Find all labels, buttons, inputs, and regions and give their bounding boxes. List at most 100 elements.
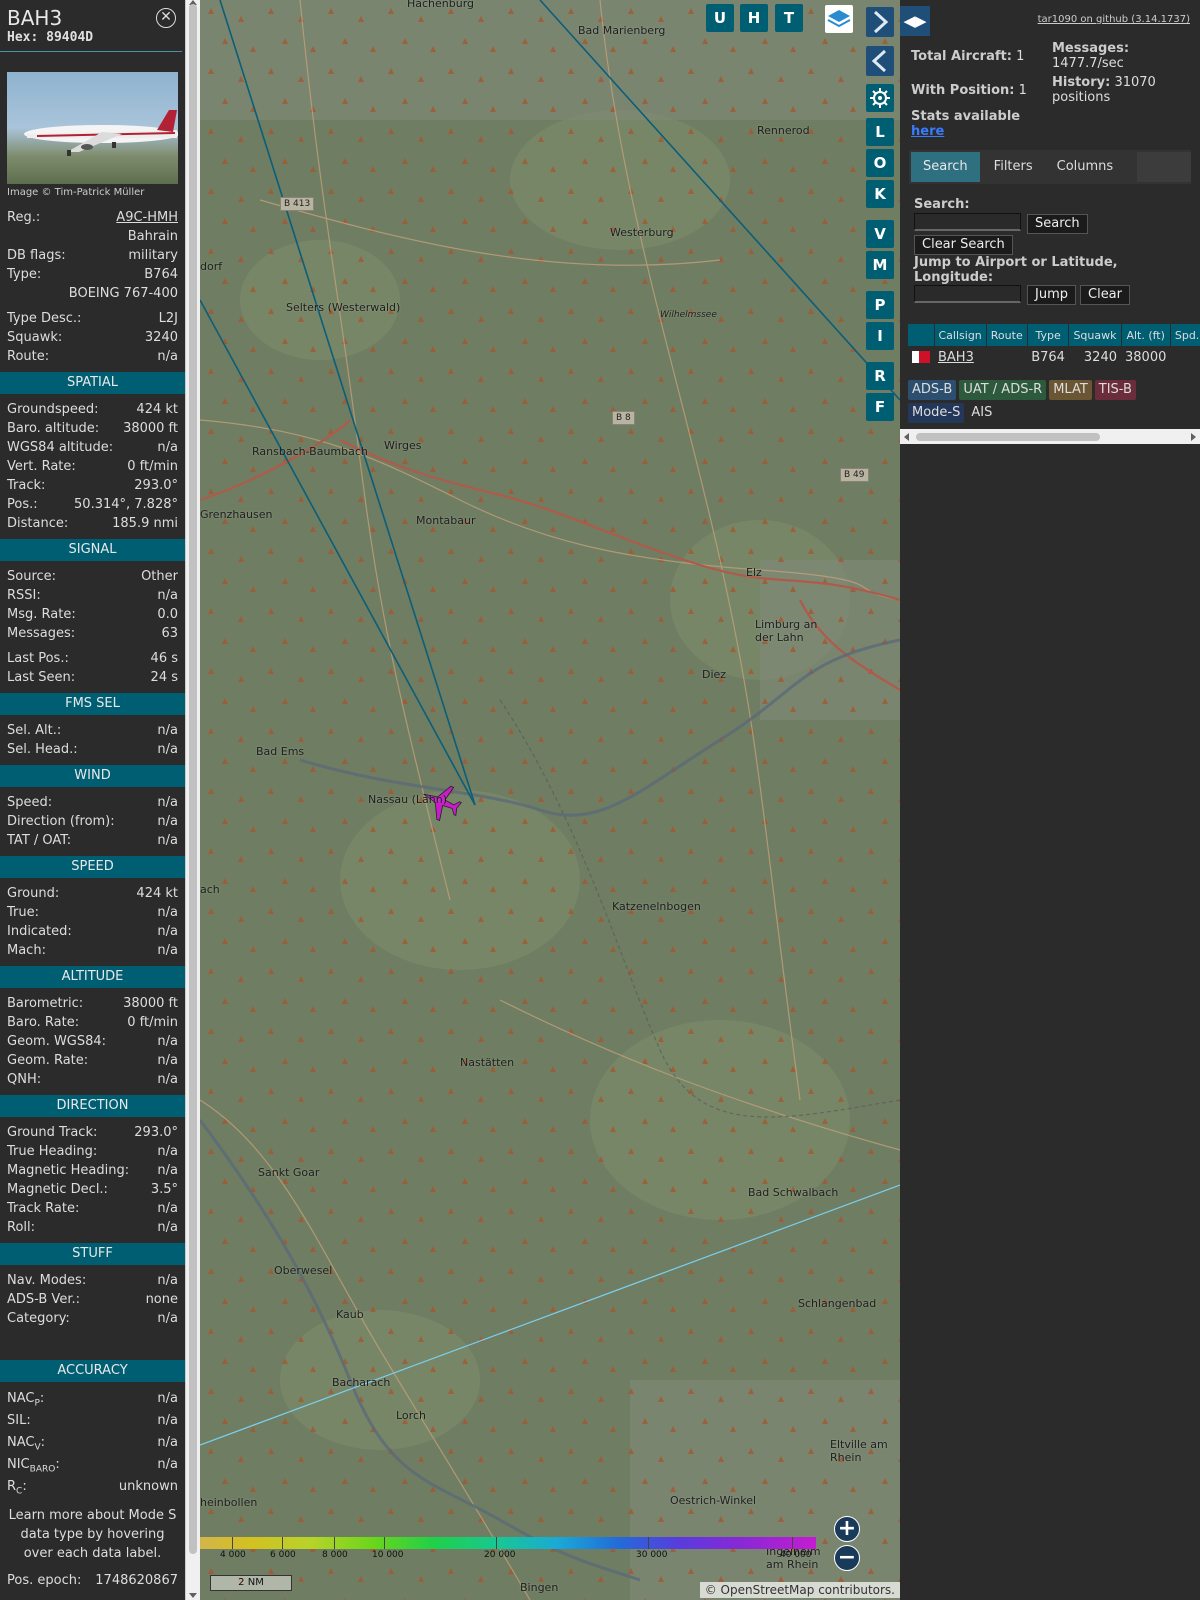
osm-link[interactable]: OpenStreetMap <box>721 1583 815 1597</box>
dbflags-value: military <box>128 248 178 263</box>
speed-label: Mach: <box>7 943 46 958</box>
section-signal: SIGNAL <box>0 539 185 561</box>
country-value: Bahrain <box>127 229 178 244</box>
stats-here-link[interactable]: here <box>911 124 944 139</box>
section-direction: DIRECTION <box>0 1095 185 1117</box>
search-button[interactable]: Search <box>1027 214 1088 234</box>
settings-gear-icon[interactable] <box>866 84 894 112</box>
reg-link[interactable]: A9C-HMH <box>116 208 178 227</box>
tab-extra[interactable] <box>1137 152 1191 182</box>
zoom-out-icon[interactable]: − <box>834 1545 860 1571</box>
scroll-right-icon[interactable] <box>1191 433 1196 441</box>
map-button-v[interactable]: V <box>866 220 894 248</box>
signal-value: n/a <box>157 588 178 603</box>
info-header: BAH3 Hex: 89404D ✕ <box>0 0 182 52</box>
altitude-tick <box>282 1537 283 1549</box>
road-label-b49: B 49 <box>840 468 869 482</box>
legend-ads-b[interactable]: ADS-B <box>908 380 957 400</box>
map-button-f[interactable]: F <box>866 393 894 421</box>
map-button-t[interactable]: T <box>775 4 803 32</box>
sil-value: n/a <box>157 1413 178 1428</box>
right-sidebar: ◀▶ tar1090 on github (3.14.1737) Total A… <box>900 0 1200 1600</box>
scroll-down-icon[interactable] <box>189 1593 197 1598</box>
row-route <box>986 346 1027 368</box>
table-horizontal-scrollbar[interactable] <box>900 429 1200 444</box>
map-button-o[interactable]: O <box>866 149 894 177</box>
col-route[interactable]: Route <box>986 324 1028 346</box>
scroll-left-icon[interactable] <box>904 433 909 441</box>
col-callsign[interactable]: Callsign <box>934 324 987 346</box>
map-button-u[interactable]: U <box>706 4 734 32</box>
dbflags-label: DB flags: <box>7 248 66 263</box>
map-button-h[interactable]: H <box>740 4 768 32</box>
altitude-row: Geom. Rate: n/a <box>0 1051 185 1070</box>
clear-search-button[interactable]: Clear Search <box>914 235 1013 255</box>
altitude-label: Baro. Rate: <box>7 1015 80 1030</box>
expand-sidebar-icon[interactable]: ◀▶ <box>900 6 930 36</box>
col-squawk[interactable]: Squawk <box>1068 324 1122 346</box>
info-panel-scrollbar[interactable] <box>185 0 200 1600</box>
place-label-wirges: Wirges <box>384 439 422 452</box>
stuff-row: Nav. Modes: n/a <box>0 1271 185 1290</box>
map-button-r[interactable]: R <box>866 362 894 390</box>
chevron-right-icon[interactable] <box>866 7 894 37</box>
tab-columns[interactable]: Columns <box>1045 150 1126 184</box>
legend-ais[interactable]: AIS <box>967 403 996 423</box>
altitude-row: Baro. Rate: 0 ft/min <box>0 1013 185 1032</box>
chevron-left-icon[interactable] <box>866 46 894 76</box>
search-input[interactable] <box>914 213 1021 231</box>
selected-callsign: BAH3 <box>7 6 63 30</box>
legend-uat-ads-r[interactable]: UAT / ADS-R <box>959 380 1047 400</box>
aircraft-photo[interactable] <box>7 72 178 184</box>
signal-value: Other <box>141 569 178 584</box>
spatial-label: Pos.: <box>7 497 38 512</box>
scrollbar-thumb[interactable] <box>189 4 197 1554</box>
github-link[interactable]: tar1090 on github (3.14.1737) <box>1038 14 1190 25</box>
speed-row: Mach: n/a <box>0 941 185 960</box>
tab-filters[interactable]: Filters <box>982 150 1045 184</box>
section-spatial: SPATIAL <box>0 372 185 394</box>
map-button-m[interactable]: M <box>866 251 894 279</box>
altitude-color-legend <box>200 1537 816 1549</box>
legend-mode-s[interactable]: Mode-S <box>908 403 965 423</box>
clear-jump-button[interactable]: Clear <box>1080 285 1130 305</box>
speed-row: True: n/a <box>0 903 185 922</box>
altitude-tick <box>334 1537 335 1549</box>
jump-button[interactable]: Jump <box>1027 285 1076 305</box>
type-label: Type: <box>7 267 42 282</box>
signal-value: 63 <box>161 626 178 641</box>
direction-label: Magnetic Heading: <box>7 1163 130 1178</box>
col-altitude[interactable]: Alt. (ft) <box>1121 324 1171 346</box>
legend-mlat[interactable]: MLAT <box>1049 380 1092 400</box>
row-callsign[interactable]: BAH3 <box>934 346 986 368</box>
map-button-p[interactable]: P <box>866 291 894 319</box>
col-flag[interactable] <box>908 324 935 346</box>
wind-value: n/a <box>157 833 178 848</box>
fms-rows: Sel. Alt.: n/a Sel. Head.: n/a <box>0 721 185 759</box>
map-button-l[interactable]: L <box>866 118 894 146</box>
zoom-in-icon[interactable]: + <box>834 1516 860 1542</box>
layers-icon[interactable] <box>825 5 853 33</box>
place-label-oestrich: Oestrich-Winkel <box>670 1494 757 1507</box>
col-type[interactable]: Type <box>1027 324 1070 346</box>
nacv-label: NACV: <box>7 1435 46 1453</box>
map-button-k[interactable]: K <box>866 180 894 208</box>
jump-input[interactable] <box>914 285 1021 303</box>
messages-stat: Messages: 1477.7/sec <box>1052 41 1130 71</box>
close-icon[interactable]: ✕ <box>156 8 176 28</box>
legend-tis-b[interactable]: TIS-B <box>1094 380 1136 400</box>
row-speed <box>1170 346 1200 368</box>
tab-search[interactable]: Search <box>911 152 980 182</box>
place-label-rennerod: Rennerod <box>757 124 810 137</box>
hscroll-thumb[interactable] <box>916 433 1100 441</box>
map-button-i[interactable]: I <box>866 322 894 350</box>
signal-rows-timing: Last Pos.: 46 s Last Seen: 24 s <box>0 649 185 687</box>
map-canvas[interactable]: Hachenburg Bad Marienberg Rennerod Westerbu… <box>200 0 900 1600</box>
stats-available: Stats available here <box>911 109 1021 139</box>
place-label-westerburg: Westerburg <box>610 226 674 239</box>
table-row[interactable]: BAH3 B764 3240 38000 <box>908 346 1200 368</box>
spatial-row: Distance: 185.9 nmi <box>0 514 185 533</box>
stuff-rows: Nav. Modes: n/a ADS-B Ver.: none Category: n/… <box>0 1271 185 1328</box>
place-label-schlangenbad: Schlangenbad <box>798 1297 877 1310</box>
col-speed[interactable]: Spd. <box>1170 324 1200 346</box>
